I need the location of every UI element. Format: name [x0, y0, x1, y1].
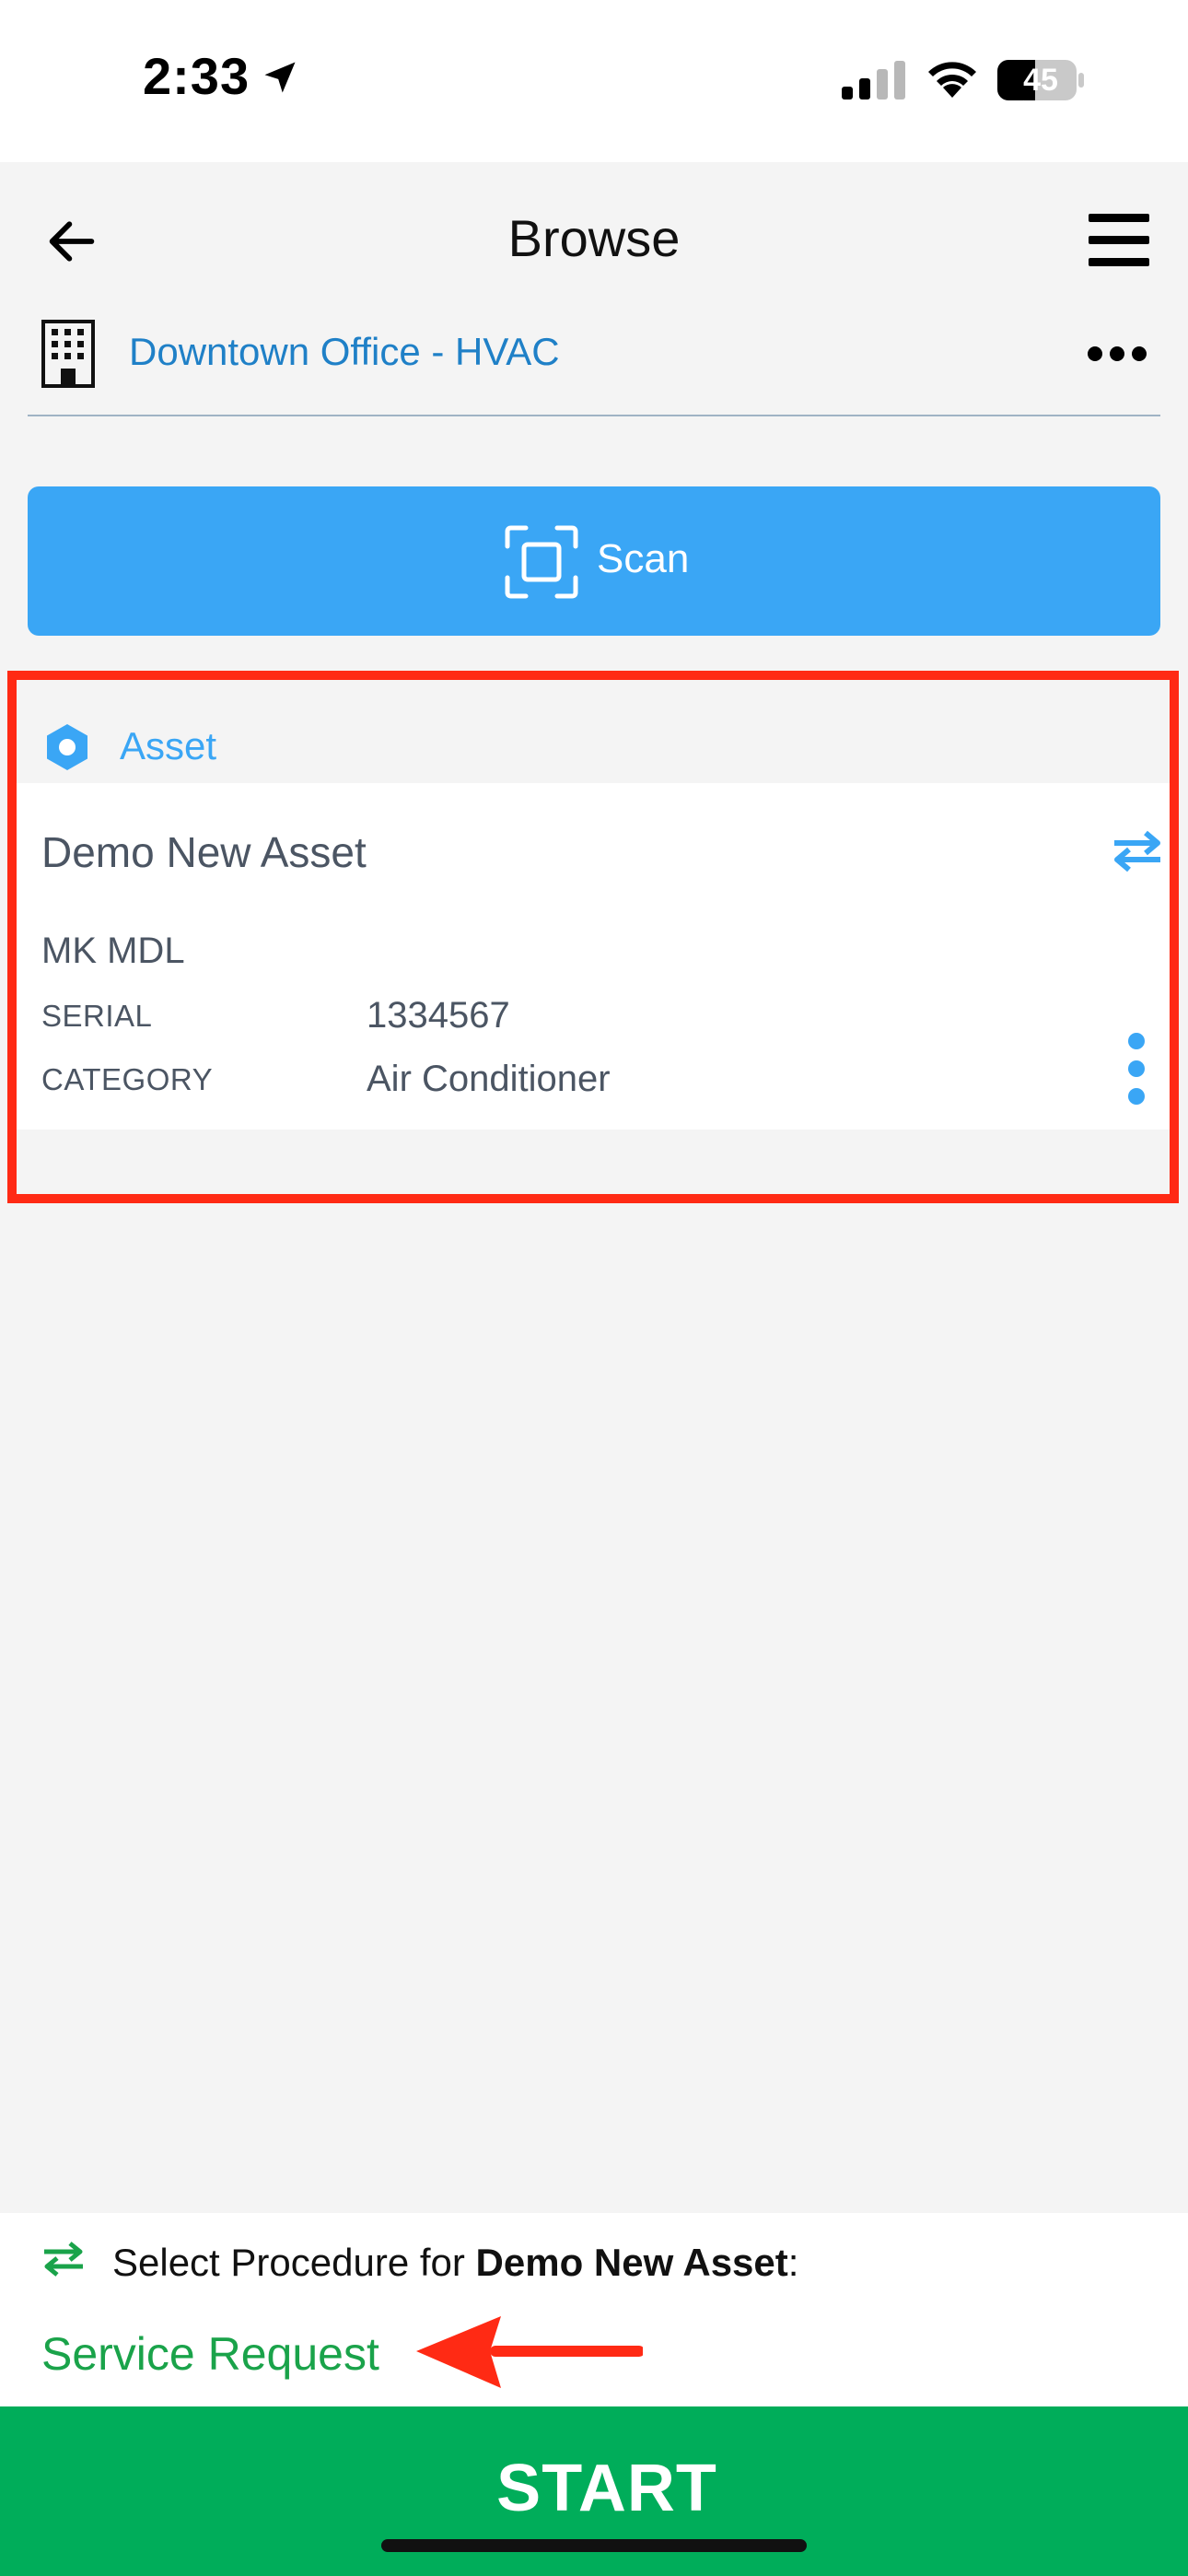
procedure-prompt-suffix: : [787, 2241, 799, 2284]
status-time: 2:33 [143, 47, 250, 105]
procedure-swap-icon [44, 2242, 83, 2277]
page-title: Browse [507, 209, 681, 267]
location-arrow-icon [264, 62, 296, 93]
red-arrow-annotation-icon [416, 2316, 643, 2388]
highlight-annotation-box [7, 671, 1179, 1203]
scan-button[interactable] [28, 486, 1160, 636]
wifi-icon [928, 62, 976, 98]
home-indicator [381, 2539, 807, 2552]
procedure-prompt-prefix: Select Procedure for [112, 2241, 476, 2284]
building-icon [41, 320, 95, 388]
battery-level: 45 [1023, 63, 1058, 98]
scan-frame-icon [505, 525, 578, 599]
cellular-signal-icon [842, 61, 905, 100]
scan-button-label: Scan [597, 536, 690, 581]
site-name-link[interactable]: Downtown Office - HVAC [129, 330, 560, 374]
procedure-prompt: Select Procedure for Demo New Asset: [112, 2241, 798, 2285]
hamburger-menu-icon[interactable] [1089, 212, 1149, 269]
service-request-option[interactable]: Service Request [41, 2327, 379, 2381]
more-horizontal-icon[interactable] [1087, 343, 1147, 365]
procedure-asset-name: Demo New Asset [475, 2241, 788, 2284]
start-button-label: START [496, 2452, 717, 2525]
